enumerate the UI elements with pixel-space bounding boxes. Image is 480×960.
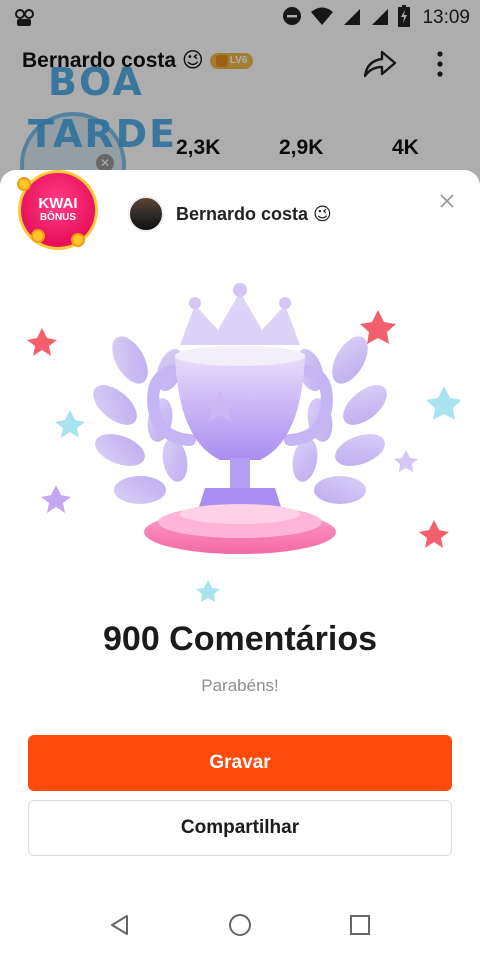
achievement-subtitle: Parabéns! — [201, 676, 279, 695]
close-button[interactable] — [436, 190, 458, 212]
trophy-icon — [27, 283, 462, 602]
home-circle-icon — [229, 914, 251, 936]
coin-icon — [17, 177, 31, 191]
nav-back-button[interactable] — [105, 910, 135, 940]
kwai-bonus-badge[interactable]: KWAI BÔNUS — [17, 170, 98, 250]
back-triangle-icon — [111, 915, 128, 935]
sheet-user: Bernardo costa 😉 — [128, 196, 332, 232]
coin-icon-2 — [31, 229, 45, 243]
sheet-username: Bernardo costa 😉 — [176, 203, 332, 224]
badge-title: KWAI — [38, 195, 78, 212]
nav-recent-button[interactable] — [345, 910, 375, 940]
user-avatar — [128, 196, 164, 232]
nav-home-button[interactable] — [225, 910, 255, 940]
close-icon — [440, 194, 454, 208]
badge-subtitle: BÔNUS — [39, 212, 77, 223]
achievement-title: 900 Comentários — [103, 620, 377, 658]
record-button[interactable]: Gravar — [28, 735, 452, 791]
share-achievement-button[interactable]: Compartilhar — [28, 800, 452, 856]
system-nav-bar — [0, 890, 480, 960]
recent-square-icon — [350, 915, 370, 935]
trophy-illustration — [20, 270, 462, 620]
coin-icon-3 — [71, 233, 85, 247]
